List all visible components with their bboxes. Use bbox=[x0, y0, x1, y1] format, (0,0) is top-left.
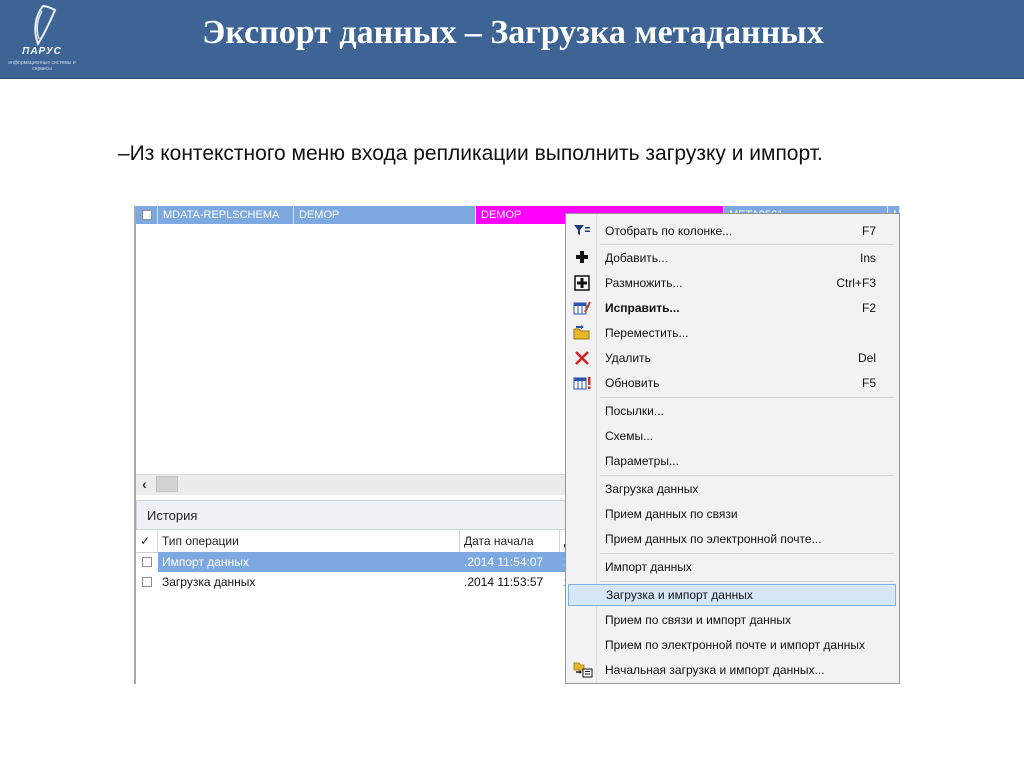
menu-item-label: Начальная загрузка и импорт данных... bbox=[605, 663, 825, 677]
row-checkbox[interactable] bbox=[142, 557, 152, 567]
app-screenshot: MDATA-REPLSCHEMA DEMOP DEMOP META9561 M … bbox=[134, 206, 900, 684]
parus-logo: ПАРУС информационные системы и сервисы bbox=[4, 2, 80, 76]
menu-item-label: Параметры... bbox=[605, 454, 679, 468]
window-border bbox=[134, 206, 136, 684]
history-title: История bbox=[147, 508, 198, 523]
menu-item-label: Посылки... bbox=[605, 404, 664, 418]
scroll-left-icon[interactable]: ‹ bbox=[142, 476, 147, 492]
menu-item-parameters[interactable]: Параметры... bbox=[568, 450, 896, 472]
menu-item-receive-email[interactable]: Прием данных по электронной почте... bbox=[568, 528, 896, 550]
row-checkbox[interactable] bbox=[142, 577, 152, 587]
header-band: ПАРУС информационные системы и сервисы Э… bbox=[0, 0, 1024, 79]
menu-item-label: Отобрать по колонке... bbox=[605, 224, 733, 238]
menu-item-load-data[interactable]: Загрузка данных bbox=[568, 478, 896, 500]
menu-item-label: Прием по связи и импорт данных bbox=[605, 613, 791, 627]
menu-item-label: Исправить... bbox=[605, 301, 680, 315]
menu-item-receive-link[interactable]: Прием данных по связи bbox=[568, 503, 896, 525]
menu-item-label: Импорт данных bbox=[605, 560, 692, 574]
delete-icon bbox=[573, 350, 591, 366]
menu-item-move[interactable]: Переместить... bbox=[568, 322, 896, 344]
menu-shortcut: F7 bbox=[861, 224, 876, 238]
menu-item-receive-link-import[interactable]: Прием по связи и импорт данных bbox=[568, 609, 896, 631]
table-cell[interactable]: MDATA-REPLSCHEMA bbox=[158, 206, 294, 224]
menu-item-schemas[interactable]: Схемы... bbox=[568, 425, 896, 447]
history-row[interactable]: Загрузка данных .2014 11:53:57 20 bbox=[136, 572, 567, 592]
row-checkbox-cell[interactable] bbox=[136, 572, 158, 592]
check-column-header[interactable]: ✓ bbox=[136, 530, 158, 552]
menu-item-label: Добавить... bbox=[605, 251, 669, 265]
edit-icon bbox=[573, 300, 591, 316]
plus-icon bbox=[573, 250, 591, 266]
row-checkbox-cell[interactable] bbox=[136, 206, 158, 224]
menu-item-label: Размножить... bbox=[605, 276, 683, 290]
menu-item-label: Прием данных по электронной почте... bbox=[605, 532, 822, 546]
menu-separator bbox=[600, 553, 894, 554]
menu-item-duplicate[interactable]: Размножить... Ctrl+F3 bbox=[568, 272, 896, 294]
horizontal-scrollbar[interactable]: ‹ bbox=[136, 474, 567, 495]
menu-item-label: Прием по электронной почте и импорт данн… bbox=[605, 638, 865, 652]
menu-item-label: Схемы... bbox=[605, 429, 654, 443]
history-cell-type[interactable]: Импорт данных bbox=[158, 552, 460, 572]
history-cell-start[interactable]: .2014 11:53:57 bbox=[460, 572, 560, 592]
menu-item-receive-email-import[interactable]: Прием по электронной почте и импорт данн… bbox=[568, 634, 896, 656]
menu-item-load-and-import[interactable]: Загрузка и импорт данных bbox=[568, 584, 896, 606]
move-icon bbox=[573, 325, 591, 341]
menu-shortcut: Ctrl+F3 bbox=[836, 276, 876, 290]
menu-item-add[interactable]: Добавить... Ins bbox=[568, 247, 896, 269]
menu-shortcut: Ins bbox=[859, 251, 876, 265]
initial-load-icon bbox=[573, 662, 593, 678]
logo-tagline: информационные системы и сервисы bbox=[8, 60, 76, 72]
context-menu: Отобрать по колонке... F7 Добавить... In… bbox=[565, 213, 900, 684]
menu-item-parcels[interactable]: Посылки... bbox=[568, 400, 896, 422]
menu-item-initial-load-import[interactable]: Начальная загрузка и импорт данных... bbox=[568, 659, 896, 681]
menu-item-label: Загрузка данных bbox=[605, 482, 699, 496]
instruction-text: –Из контекстного меню входа репликации в… bbox=[118, 142, 823, 165]
menu-item-label: Обновить bbox=[605, 376, 660, 390]
menu-item-label: Загрузка и импорт данных bbox=[606, 588, 753, 602]
menu-shortcut: F5 bbox=[861, 376, 876, 390]
logo-name: ПАРУС bbox=[22, 46, 62, 57]
history-cell-type[interactable]: Загрузка данных bbox=[158, 572, 460, 592]
menu-item-delete[interactable]: Удалить Del bbox=[568, 347, 896, 369]
menu-item-filter[interactable]: Отобрать по колонке... F7 bbox=[568, 220, 896, 242]
column-header-type[interactable]: Тип операции bbox=[158, 530, 460, 552]
table-cell[interactable]: DEMOP bbox=[294, 206, 476, 224]
page-title: Экспорт данных – Загрузка метаданных bbox=[202, 14, 824, 51]
filter-icon bbox=[573, 223, 591, 239]
row-checkbox-cell[interactable] bbox=[136, 552, 158, 572]
menu-separator bbox=[600, 397, 894, 398]
scrollbar-thumb[interactable] bbox=[156, 476, 178, 492]
menu-item-import-data[interactable]: Импорт данных bbox=[568, 556, 896, 578]
refresh-icon bbox=[573, 375, 591, 391]
menu-shortcut: Del bbox=[857, 351, 876, 365]
menu-separator bbox=[600, 244, 894, 245]
history-table-header: ✓ Тип операции Дата начала Д bbox=[136, 530, 572, 553]
history-row[interactable]: Импорт данных .2014 11:54:07 20 bbox=[136, 552, 567, 572]
menu-separator bbox=[600, 581, 894, 582]
row-checkbox[interactable] bbox=[142, 210, 152, 220]
column-header-start[interactable]: Дата начала bbox=[460, 530, 560, 552]
duplicate-icon bbox=[573, 275, 591, 291]
menu-item-edit[interactable]: Исправить... F2 bbox=[568, 297, 896, 319]
menu-item-refresh[interactable]: Обновить F5 bbox=[568, 372, 896, 394]
menu-item-label: Удалить bbox=[605, 351, 651, 365]
menu-separator bbox=[600, 475, 894, 476]
menu-item-label: Прием данных по связи bbox=[605, 507, 738, 521]
menu-item-label: Переместить... bbox=[605, 326, 689, 340]
sail-icon bbox=[34, 4, 57, 46]
menu-shortcut: F2 bbox=[861, 301, 876, 315]
history-panel-header[interactable]: История bbox=[136, 500, 567, 530]
history-cell-start[interactable]: .2014 11:54:07 bbox=[460, 552, 560, 572]
